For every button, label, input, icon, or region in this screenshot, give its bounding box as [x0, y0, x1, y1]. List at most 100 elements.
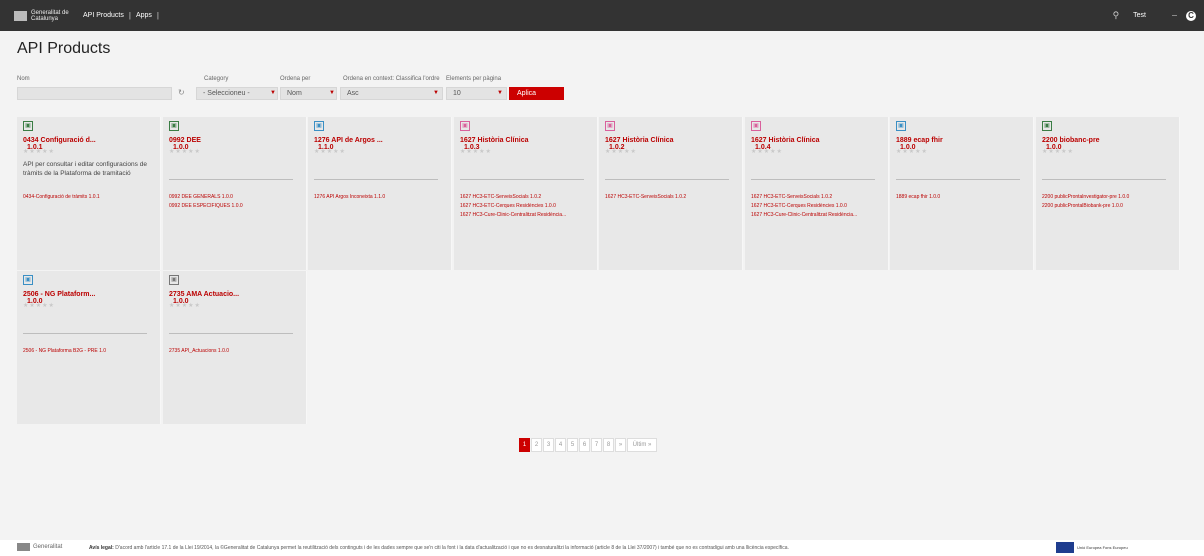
api-link[interactable]: 1276 API Argos Inconeixta 1.1.0: [314, 193, 385, 202]
api-links-list: 0992 DEE GENERALS 1.0.0 0992 DEE ESPECIFI…: [169, 193, 243, 211]
api-link[interactable]: 1889 ecap fhir 1.0.0: [896, 193, 940, 202]
refresh-icon[interactable]: ↻: [178, 88, 185, 97]
api-links-list: 0434-Configuració de tràmits 1.0.1: [23, 193, 100, 202]
page-1-button[interactable]: 1: [519, 438, 530, 452]
name-filter-input[interactable]: [17, 87, 172, 100]
divider: [23, 333, 147, 334]
divider: [1172, 15, 1177, 16]
api-link[interactable]: 1627 HC3-ETC-Cerques Residències 1.0.0: [751, 202, 857, 211]
page-3-button[interactable]: 3: [543, 438, 554, 452]
user-avatar-icon[interactable]: C: [1186, 10, 1196, 21]
product-card[interactable]: ▣ 1627 Història Clínica 1.0.3 ★★★★★ 1627 HC3…: [454, 117, 598, 270]
api-link[interactable]: 1627 HC3-Cure-Clinic-Centralitzat Residè…: [751, 211, 857, 220]
rating-stars[interactable]: ★★★★★: [23, 148, 55, 155]
api-product-icon: ▣: [751, 121, 761, 131]
apply-button[interactable]: Aplica: [509, 87, 564, 100]
user-name[interactable]: Test: [1133, 12, 1146, 19]
api-product-icon: ▣: [605, 121, 615, 131]
api-link[interactable]: 0434-Configuració de tràmits 1.0.1: [23, 193, 100, 202]
legal-title: Avís legal:: [89, 545, 114, 551]
top-navigation-bar: Generalitat de Catalunya API Products | …: [0, 0, 1204, 31]
page-4-button[interactable]: 4: [555, 438, 566, 452]
api-links-list: 1627 HC3-ETC-ServeisSocials 1.0.2 1627 HC…: [751, 193, 857, 220]
api-product-icon: ▣: [169, 275, 179, 285]
logo-text: Generalitat de Catalunya: [31, 9, 69, 22]
api-link[interactable]: 1627 HC3-ETC-ServeisSocials 1.0.2: [460, 193, 566, 202]
rating-stars[interactable]: ★★★★★: [169, 302, 201, 309]
api-product-icon: ▣: [460, 121, 470, 131]
product-card[interactable]: ▣ 0434 Configuració d... 1.0.1 ★★★★★ API per…: [17, 117, 161, 270]
rating-stars[interactable]: ★★★★★: [896, 148, 928, 155]
footer: Generalitat Avís legal: D'acord amb l'ar…: [0, 540, 1204, 556]
api-link[interactable]: 1627 HC3-ETC-ServeisSocials 1.0.2: [605, 193, 686, 202]
search-icon[interactable]: ⚲: [1113, 10, 1120, 21]
page-5-button[interactable]: 5: [567, 438, 578, 452]
api-links-list: 1627 HC3-ETC-ServeisSocials 1.0.2: [605, 193, 686, 202]
context-order-select[interactable]: Asc: [340, 87, 443, 100]
context-order-label: Ordena en context: Classifica l'ordre: [343, 76, 440, 82]
rating-stars[interactable]: ★★★★★: [751, 148, 783, 155]
product-card[interactable]: ▣ 2506 - NG Plataform... 1.0.0 ★★★★★ 2506 - …: [17, 271, 161, 424]
api-link[interactable]: 2200 publicProntalBiobank-pre 1.0.0: [1042, 202, 1129, 211]
product-name-link[interactable]: 2735 AMA Actuacio...: [169, 291, 239, 298]
api-link[interactable]: 2200 publicProntalnvestigator-pre 1.0.0: [1042, 193, 1129, 202]
product-name-link[interactable]: 1276 API de Argos ...: [314, 137, 383, 144]
legal-notice: Avís legal: D'acord amb l'article 17.1 d…: [89, 545, 789, 551]
per-page-label: Elements per pàgina: [446, 76, 502, 82]
order-by-label: Ordena per: [280, 76, 311, 82]
footer-logo[interactable]: Generalitat: [17, 543, 62, 551]
api-link[interactable]: 2506 - NG Plataforma B2G - PRE 1.0: [23, 347, 106, 356]
page-6-button[interactable]: 6: [579, 438, 590, 452]
api-link[interactable]: 0992 DEE ESPECIFIQUES 1.0.0: [169, 202, 243, 211]
product-name-link[interactable]: 1627 Història Clínica: [460, 137, 528, 144]
eu-logo[interactable]: Unió Europea Fons Europeu: [1056, 542, 1128, 553]
product-card[interactable]: ▣ 2200 biobanc-pre 1.0.0 ★★★★★ 2200 publicPr…: [1036, 117, 1180, 270]
chevron-down-icon: ▼: [270, 90, 276, 96]
page-8-button[interactable]: 8: [603, 438, 614, 452]
api-link[interactable]: 1627 HC3-ETC-ServeisSocials 1.0.2: [751, 193, 857, 202]
product-card[interactable]: ▣ 1627 Història Clínica 1.0.4 ★★★★★ 1627 HC3…: [745, 117, 889, 270]
divider: [314, 179, 438, 180]
divider: [1042, 179, 1166, 180]
api-links-list: 1627 HC3-ETC-ServeisSocials 1.0.2 1627 HC…: [460, 193, 566, 220]
page-7-button[interactable]: 7: [591, 438, 602, 452]
category-select[interactable]: - Seleccioneu -: [196, 87, 278, 100]
last-page-button[interactable]: Últim »: [627, 438, 657, 452]
divider: [169, 333, 293, 334]
product-name-link[interactable]: 2506 - NG Plataform...: [23, 291, 95, 298]
name-filter-label: Nom: [17, 76, 30, 82]
product-name-link[interactable]: 1889 ecap fhir: [896, 137, 943, 144]
product-card[interactable]: ▣ 1889 ecap fhir 1.0.0 ★★★★★ 1889 ecap fhir …: [890, 117, 1034, 270]
rating-stars[interactable]: ★★★★★: [169, 148, 201, 155]
api-links-list: 2506 - NG Plataforma B2G - PRE 1.0: [23, 347, 106, 356]
nav-separator: |: [128, 11, 131, 20]
product-card[interactable]: ▣ 1627 Història Clínica 1.0.2 ★★★★★ 1627 HC3…: [599, 117, 743, 270]
product-card[interactable]: ▣ 1276 API de Argos ... 1.1.0 ★★★★★ 1276 API…: [308, 117, 452, 270]
api-product-icon: ▣: [1042, 121, 1052, 131]
chevron-down-icon: ▼: [329, 90, 335, 96]
product-card[interactable]: ▣ 0992 DEE 1.0.0 ★★★★★ 0992 DEE GENERALS 1.0…: [163, 117, 307, 270]
api-link[interactable]: 0992 DEE GENERALS 1.0.0: [169, 193, 243, 202]
page-2-button[interactable]: 2: [531, 438, 542, 452]
product-name-link[interactable]: 2200 biobanc-pre: [1042, 137, 1100, 144]
product-name-link[interactable]: 0992 DEE: [169, 137, 201, 144]
api-product-icon: ▣: [314, 121, 324, 131]
rating-stars[interactable]: ★★★★★: [314, 148, 346, 155]
api-links-list: 2735 API_Actuacions 1.0.0: [169, 347, 229, 356]
next-page-button[interactable]: »: [615, 438, 626, 452]
nav-apps[interactable]: Apps: [136, 12, 152, 19]
generalitat-logo[interactable]: Generalitat de Catalunya: [14, 10, 71, 22]
nav-api-products[interactable]: API Products: [83, 12, 124, 19]
product-name-link[interactable]: 0434 Configuració d...: [23, 137, 96, 144]
product-name-link[interactable]: 1627 Història Clínica: [605, 137, 673, 144]
rating-stars[interactable]: ★★★★★: [1042, 148, 1074, 155]
api-link[interactable]: 1627 HC3-Cure-Clinic-Centralitzat Residè…: [460, 211, 566, 220]
api-link[interactable]: 2735 API_Actuacions 1.0.0: [169, 347, 229, 356]
rating-stars[interactable]: ★★★★★: [460, 148, 492, 155]
api-link[interactable]: 1627 HC3-ETC-Cerques Residències 1.0.0: [460, 202, 566, 211]
rating-stars[interactable]: ★★★★★: [23, 302, 55, 309]
product-card[interactable]: ▣ 2735 AMA Actuacio... 1.0.0 ★★★★★ 2735 API_…: [163, 271, 307, 424]
product-name-link[interactable]: 1627 Història Clínica: [751, 137, 819, 144]
pagination: 1 2 3 4 5 6 7 8 » Últim »: [519, 438, 658, 452]
rating-stars[interactable]: ★★★★★: [605, 148, 637, 155]
